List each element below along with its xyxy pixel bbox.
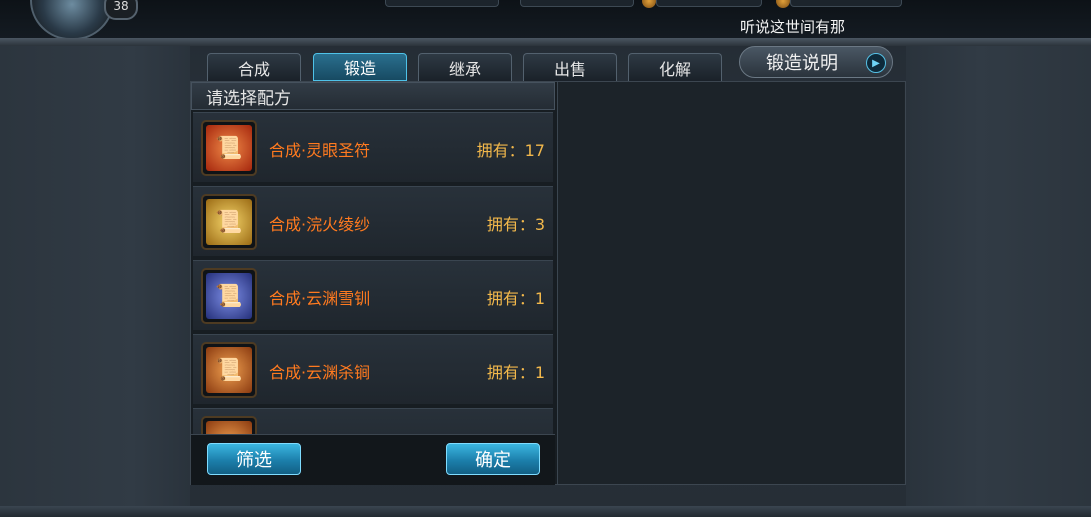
orange-scroll-icon: 📜 xyxy=(206,347,252,393)
red-scroll-icon: 📜 xyxy=(206,125,252,171)
forge-help-button[interactable]: 锻造说明 ▶ xyxy=(739,46,893,78)
tab-forge[interactable]: 锻造 xyxy=(313,53,407,81)
player-level-badge: 38 xyxy=(104,0,138,20)
resource-slot-1 xyxy=(385,0,499,7)
recipe-owned-count: 拥有：1 xyxy=(486,289,545,308)
recipe-list-panel: 请选择配方 📜 合成·灵眼圣符 拥有：17 📜 合成·浣火绫纱 拥有：3 📜 合… xyxy=(191,82,558,485)
confirm-button[interactable]: 确定 xyxy=(446,443,540,475)
tab-inherit[interactable]: 继承 xyxy=(418,53,512,81)
recipe-item[interactable]: 📜 合成·云渊雪钏 拥有：1 xyxy=(193,260,553,330)
tab-synthesize[interactable]: 合成 xyxy=(207,53,301,81)
play-arrow-icon: ▶ xyxy=(866,53,886,73)
gold-ingot-icon xyxy=(776,0,790,8)
player-avatar[interactable] xyxy=(30,0,114,40)
recipe-item[interactable] xyxy=(193,408,553,434)
orange-scroll-icon xyxy=(206,421,252,434)
recipe-icon-frame xyxy=(201,416,257,434)
blue-scroll-icon: 📜 xyxy=(206,273,252,319)
resource-slot-3 xyxy=(656,0,762,7)
left-background-panel xyxy=(0,46,190,506)
forge-detail-panel xyxy=(558,82,904,484)
recipe-owned-count: 拥有：17 xyxy=(476,141,545,160)
recipe-item[interactable]: 📜 合成·云渊杀锏 拥有：1 xyxy=(193,334,553,404)
recipe-name: 合成·浣火绫纱 xyxy=(269,215,371,234)
tab-dissolve[interactable]: 化解 xyxy=(628,53,722,81)
frame-divider xyxy=(0,38,1091,46)
recipe-item[interactable]: 📜 合成·灵眼圣符 拥有：17 xyxy=(193,112,553,182)
resource-slot-2 xyxy=(520,0,634,7)
recipe-list-footer: 筛选 确定 xyxy=(191,434,555,485)
bottom-frame xyxy=(0,506,1091,517)
recipe-icon-frame: 📜 xyxy=(201,120,257,176)
recipe-list-header: 请选择配方 xyxy=(191,82,555,110)
filter-button[interactable]: 筛选 xyxy=(207,443,301,475)
recipe-list[interactable]: 📜 合成·灵眼圣符 拥有：17 📜 合成·浣火绫纱 拥有：3 📜 合成·云渊雪钏… xyxy=(191,112,555,434)
top-bar: 38 听说这世间有那 xyxy=(0,0,1091,40)
recipe-item[interactable]: 📜 合成·浣火绫纱 拥有：3 xyxy=(193,186,553,256)
recipe-name: 合成·云渊杀锏 xyxy=(269,363,371,382)
recipe-icon-frame: 📜 xyxy=(201,342,257,398)
recipe-owned-count: 拥有：3 xyxy=(486,215,545,234)
recipe-owned-count: 拥有：1 xyxy=(486,363,545,382)
forge-help-label: 锻造说明 xyxy=(766,53,838,74)
marquee-text: 听说这世间有那 xyxy=(740,18,846,36)
tab-sell[interactable]: 出售 xyxy=(523,53,617,81)
right-background-panel xyxy=(906,46,1091,506)
resource-slot-4 xyxy=(790,0,902,7)
recipe-icon-frame: 📜 xyxy=(201,194,257,250)
recipe-icon-frame: 📜 xyxy=(201,268,257,324)
recipe-name: 合成·灵眼圣符 xyxy=(269,141,371,160)
coin-icon xyxy=(642,0,656,8)
recipe-name: 合成·云渊雪钏 xyxy=(269,289,371,308)
gold-scroll-icon: 📜 xyxy=(206,199,252,245)
